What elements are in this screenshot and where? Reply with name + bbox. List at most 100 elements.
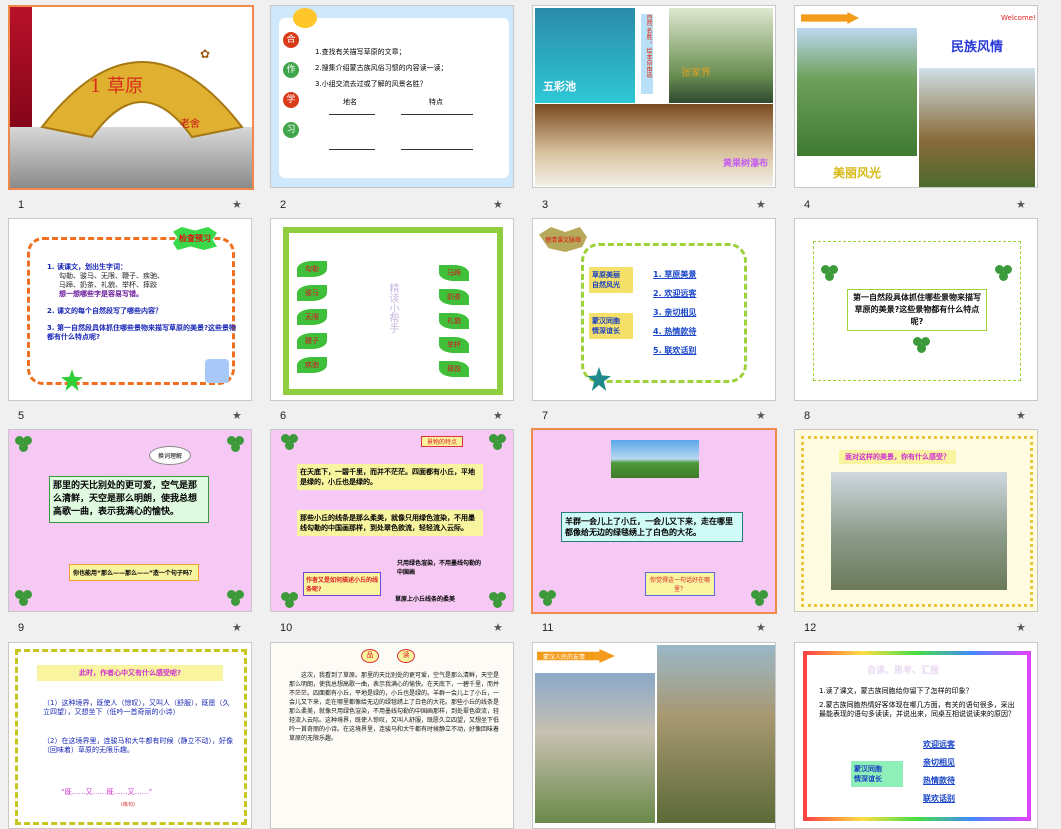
tag: 理清课文脉络: [539, 227, 588, 252]
star-icon[interactable]: ★: [232, 409, 242, 422]
star-icon[interactable]: ★: [756, 409, 766, 422]
slide-12[interactable]: 面对这样的美景，你有什么感受？: [794, 429, 1038, 612]
photo-flock: [831, 472, 1007, 590]
note: 只用绿色渲染，不用墨线勾勒的中国画: [397, 560, 482, 576]
slide-number: 11: [542, 622, 554, 634]
col-place: 地名: [343, 98, 357, 106]
photo-waterfall: [535, 104, 773, 186]
star-icon[interactable]: ★: [493, 409, 503, 422]
center-title: 精读小帮手: [387, 283, 398, 333]
slide-3[interactable]: 五彩池 自然 名胜 ，绘本自由选 张家界 黄果树瀑布: [532, 5, 776, 188]
slide-9[interactable]: 换词理解 那里的天比别处的更可爱，空气是那么清鲜，天空是那么明朗，使我总想高歌一…: [8, 429, 252, 612]
star-icon[interactable]: ★: [1016, 621, 1026, 634]
para2: （2）在这境界里，连骏马和大牛都有时候（静立不动），好像（回味着）草原的无限乐趣…: [43, 737, 233, 754]
clover-icon: [821, 265, 839, 283]
clover-icon: [227, 436, 245, 454]
clover-icon: [489, 592, 507, 610]
tag: 景物的特点: [421, 436, 463, 447]
outline-list: 1. 草原美景 2. 欢迎远客 3. 亲切相见 4. 热情款待 5. 联欢话别: [653, 270, 697, 355]
slide-number: 2: [280, 199, 287, 211]
photo-horsemen: [919, 68, 1035, 187]
slide-number: 3: [542, 199, 549, 211]
photo-horse-race: [657, 645, 775, 823]
slide-number: 5: [18, 410, 25, 422]
star-icon[interactable]: ★: [493, 198, 503, 211]
full-passage: 这次，我看到了草原。那里的天比别处的更可爱，空气是那么清鲜，天空是那么明朗，使我…: [289, 672, 500, 742]
slide-number: 4: [804, 199, 811, 211]
col-feature: 特点: [429, 98, 443, 106]
summary-list: 欢迎远客 亲切相见 热情款待 联欢话别: [923, 740, 955, 803]
slide-16[interactable]: 自读、思考、汇报 1.读了课文，蒙古族同胞给你留下了怎样的印象？ 2.蒙古族同胞…: [794, 642, 1038, 829]
tag: 蒙汉人民的友情: [543, 654, 586, 661]
slide-author: 老舍: [180, 119, 200, 130]
para1: 在天底下，一碧千里，而并不茫茫。四面都有小丘，平地是绿的，小丘也是绿的。: [297, 464, 483, 490]
question: 此时，作者心中又有什么感受呢?: [37, 665, 223, 681]
star-icon[interactable]: ★: [232, 198, 242, 211]
star-icon[interactable]: ★: [756, 621, 766, 634]
slide-title: 自读、思考、汇报: [867, 666, 940, 676]
photo-grassland: [797, 28, 917, 156]
slide-7[interactable]: 理清课文脉络 草原美丽 自然风光 蒙汉同胞 情深谊长 1. 草原美景 2. 欢迎远…: [532, 218, 776, 401]
clover-icon: [281, 592, 299, 610]
slide-15[interactable]: 蒙汉人民的友情: [532, 642, 776, 829]
star-icon[interactable]: ★: [493, 621, 503, 634]
cartoon-icon: [205, 359, 229, 383]
question1: 1.读了课文，蒙古族同胞给你留下了怎样的印象？: [819, 687, 973, 695]
slide-number: 10: [280, 622, 293, 634]
slide-10[interactable]: 景物的特点 在天底下，一碧千里，而并不茫茫。四面都有小丘，平地是绿的，小丘也是绿…: [270, 429, 514, 612]
questions: 1. 读课文，划出生字词： 勾勒、骏马、无限、鞭子、疾驰、 马蹄、奶茶、礼貌、举…: [47, 263, 237, 341]
question-text: 第一自然段具体抓住哪些景物来描写草原的美景?这些景物都有什么特点呢?: [847, 289, 987, 331]
pattern: “既……又……既……又……”: [61, 788, 153, 796]
leaves-left: 勾勒 骏马 无限 鞭子 疾驰: [297, 261, 327, 373]
clover-icon: [15, 590, 33, 608]
title-circles: 品 读: [361, 649, 415, 663]
slide-1[interactable]: 1 草原 老舍 ✿: [8, 5, 254, 190]
footnote: 草原上小丘线条的柔美: [395, 596, 456, 603]
clover-icon: [15, 436, 33, 454]
star-icon[interactable]: ★: [232, 621, 242, 634]
question: 面对这样的美景，你有什么感受？: [839, 450, 956, 464]
clover-icon: [489, 434, 507, 452]
slide-8[interactable]: 第一自然段具体抓住哪些景物来描写草原的美景?这些景物都有什么特点呢?: [794, 218, 1038, 401]
slide-14[interactable]: 品 读 这次，我看到了草原。那里的天比别处的更可爱，空气是那么清鲜，天空是那么明…: [270, 642, 514, 829]
task-list: 1.查找有关描写草原的文章； 2.搜集介绍蒙古族风俗习惯的内容读一读； 3.小组交流…: [315, 48, 448, 88]
question: 你觉得这一句话好在哪里？: [645, 572, 715, 596]
sun-icon: [293, 8, 317, 28]
slide-13[interactable]: 此时，作者心中又有什么感受呢? （1）这种境界，既使人（惊叹），又叫人（舒服），…: [8, 642, 252, 829]
slide-6[interactable]: 精读小帮手 勾勒 骏马 无限 鞭子 疾驰 马蹄 奶茶 礼貌 举杯 摔跤: [270, 218, 514, 401]
slide-number: 7: [542, 410, 549, 422]
bamboo-left: [283, 227, 289, 395]
passage: 羊群一会儿上了小丘，一会儿又下来，走在哪里都像给无边的绿毯绣上了白色的大花。: [561, 512, 743, 542]
slide-11[interactable]: 羊群一会儿上了小丘，一会儿又下来，走在哪里都像给无边的绿毯绣上了白色的大花。 你…: [531, 428, 777, 614]
clover-icon: [227, 590, 245, 608]
slide-number: 9: [18, 622, 25, 634]
slide-5[interactable]: 检查预习 1. 读课文，划出生字词： 勾勒、骏马、无限、鞭子、疾驰、 马蹄、奶茶…: [8, 218, 252, 401]
clover-icon: [913, 337, 931, 355]
para2: 那些小丘的线条是那么柔美，就像只用绿色渲染，不用墨线勾勒的中国画那样，到处翠色欲…: [297, 510, 483, 536]
side-labels: 合 作 学 习: [283, 32, 299, 138]
slide-number: 6: [280, 410, 287, 422]
leaves-right: 马蹄 奶茶 礼貌 举杯 摔跤: [439, 265, 469, 377]
arrow-icon: [801, 12, 859, 24]
para1: （1）这种境界，既使人（惊叹），又叫人（舒服），既愿（久立四望），又想坐下（低吟…: [43, 699, 230, 716]
passage: 那里的天比别处的更可爱，空气是那么清鲜，天空是那么明朗，使我总想高歌一曲，表示我…: [49, 476, 209, 523]
photo-zhangjiajie: [669, 8, 773, 103]
badge: 检查预习: [173, 227, 217, 250]
table-lines: [329, 114, 375, 150]
question2: 2.蒙古族同胞热情好客体现在哪几方面，有关的语句很多，采出最能表现的语句多读读，…: [819, 701, 1015, 718]
question: 作者又是如何描述小丘的线条呢?: [303, 572, 381, 596]
question: 你也能用“那么——那么——”造一个句子吗？: [69, 564, 199, 581]
slide-number: 12: [804, 622, 817, 634]
star-icon[interactable]: ★: [756, 198, 766, 211]
slide-4[interactable]: Welcome! 民族风情 美丽风光: [794, 5, 1038, 188]
clover-icon: [995, 265, 1013, 283]
slide-title: 1 草原: [90, 76, 144, 97]
star-icon[interactable]: ★: [1016, 409, 1026, 422]
slide-number: 8: [804, 410, 811, 422]
slide-2[interactable]: 合 作 学 习 1.查找有关描写草原的文章； 2.搜集介绍蒙古族风俗习惯的内容读一…: [270, 5, 514, 188]
summary-box: 蒙汉同胞 情深谊长: [851, 761, 903, 787]
star-icon[interactable]: ★: [1016, 198, 1026, 211]
speech-bubble: 换词理解: [149, 446, 192, 465]
photo-yurts: [535, 673, 655, 823]
clover-icon: [751, 590, 769, 608]
